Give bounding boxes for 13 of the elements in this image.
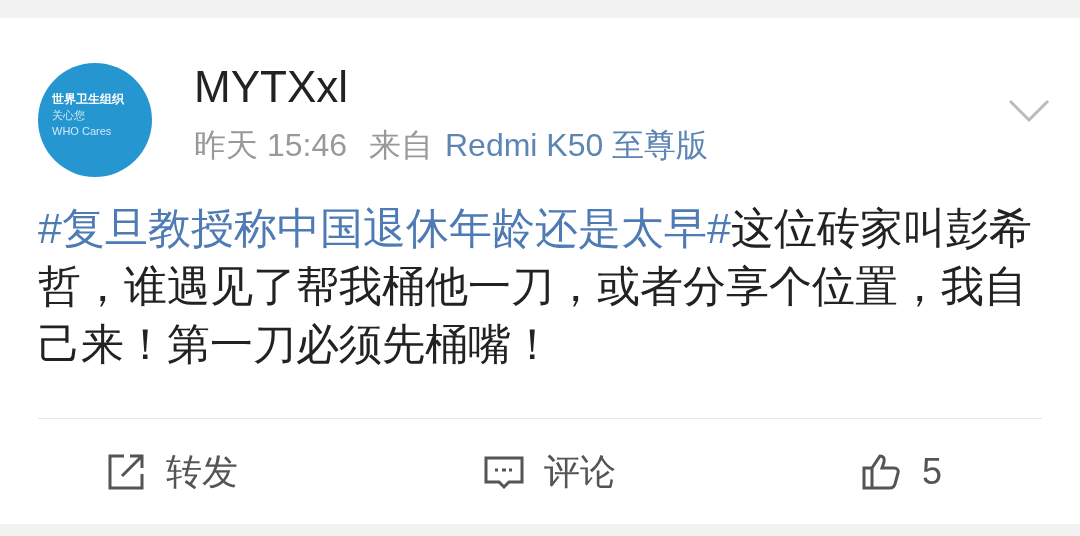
avatar-text: WHO Cares [52,124,112,139]
like-button[interactable]: 5 [859,444,942,499]
source-link[interactable]: Redmi K50 至尊版 [444,125,709,165]
post-text: #复旦教授称中国退休年龄还是太早#这位砖家叫彭希哲，谁遇见了帮我桶他一刀，或者分享个位置，我自己来！第一刀必须先桶嘴！ [37,203,1033,370]
avatar-text: 世界卫生组织 [52,91,124,107]
chevron-down-icon[interactable] [1008,99,1050,123]
comment-button[interactable]: 评论 [482,444,616,499]
user-name[interactable]: MYTXxl [194,61,1008,113]
avatar-text: 关心您 [52,108,85,123]
source-label: 来自 [368,126,433,165]
repost-button[interactable]: 转发 [104,444,238,499]
hashtag-link[interactable]: #复旦教授称中国退休年龄还是太早# [38,204,731,252]
post-time: 昨天 15:46 [194,126,347,165]
